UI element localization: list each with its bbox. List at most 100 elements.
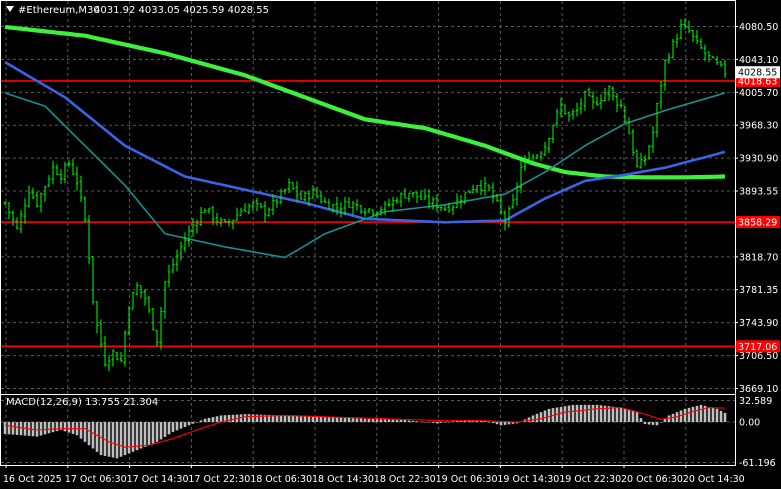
macd-bar [371,419,375,423]
macd-bar [543,410,547,423]
level-price-tag: 3858.29 [738,218,777,229]
x-tick-label: 18 Oct 22:30 [374,474,436,485]
macd-bar [323,416,327,423]
macd-bar [635,412,639,423]
macd-bar [711,407,715,423]
macd-bar [347,417,351,423]
y-tick-label: 3818.70 [739,252,778,263]
y-tick-label: 3968.30 [739,121,778,132]
x-tick-label: 17 Oct 22:30 [188,474,250,485]
macd-bar [163,422,167,437]
macd-bar [67,422,71,433]
macd-bar [331,417,335,423]
macd-bar [415,421,419,423]
macd-bar [699,404,703,423]
macd-bar [499,422,503,426]
macd-bar [39,422,43,436]
macd-bar [183,422,187,428]
macd-tick-label: 32.589 [739,396,772,407]
x-tick-label: 20 Oct 14:30 [683,474,745,485]
macd-bar [315,416,319,423]
macd-bar [591,404,595,423]
macd-bar [563,406,567,423]
macd-bar [367,418,371,423]
macd-bar [363,418,367,423]
macd-bar [319,416,323,423]
macd-bar [627,409,631,423]
macd-bar [55,422,59,432]
macd-bar [251,414,255,423]
macd-bar [71,422,75,434]
macd-bar [131,422,135,452]
x-tick-label: 18 Oct 06:30 [250,474,312,485]
macd-bar [243,414,247,423]
macd-bar [51,422,55,433]
macd-bar [655,422,659,426]
macd-bar [431,422,435,423]
macd-bar [691,406,695,423]
macd-bar [211,417,215,423]
macd-bar [231,414,235,423]
macd-bar [111,422,115,458]
header: #Ethereum,M30 4031.92 4033.05 4025.59 40… [6,5,269,16]
macd-bar [715,408,719,423]
macd-bar [683,408,687,423]
macd-bar [351,418,355,423]
macd-bar [199,420,203,423]
macd-bar [123,422,127,456]
macd-bar [399,419,403,423]
macd-bar [143,422,147,447]
macd-bar [687,407,691,423]
macd-bar [19,422,23,436]
macd-bar [395,419,399,423]
macd-bar [595,404,599,423]
macd-bar [407,420,411,423]
y-tick-label: 3781.35 [739,285,778,296]
ohlc-values: 4031.92 4033.05 4025.59 4028.55 [94,5,269,16]
macd-bar [311,416,315,423]
macd-bar [375,419,379,423]
macd-bar [491,422,495,424]
macd-bar [403,420,407,423]
macd-bar [659,422,663,423]
y-tick-label: 4080.50 [739,22,778,33]
macd-bar [507,422,511,425]
macd-bar [695,405,699,423]
y-tick-label: 3669.10 [739,384,778,395]
macd-bar [335,417,339,423]
macd-bar [15,422,19,435]
macd-bar [155,422,159,442]
level-price-tag: 3717.06 [738,342,777,353]
macd-bar [359,418,363,423]
macd-label: MACD(12,26,9) 13.755 21.304 [6,397,158,408]
macd-bar [287,415,291,423]
macd-bar [647,422,651,425]
x-tick-label: 19 Oct 06:30 [436,474,498,485]
macd-bar [283,415,287,423]
macd-bar [255,414,259,423]
macd-bar [171,422,175,432]
macd-bar [43,422,47,435]
macd-bar [583,404,587,423]
symbol-label: #Ethereum,M30 [18,5,100,16]
macd-bar [723,412,727,423]
macd-bar [127,422,131,454]
macd-bar [383,419,387,423]
y-tick-label: 3930.90 [739,154,778,165]
macd-bar [303,416,307,423]
x-tick-label: 16 Oct 2025 [3,474,62,485]
macd-bar [443,422,447,423]
macd-bar [435,422,439,424]
macd-bar [295,415,299,423]
macd-bar [307,416,311,423]
trading-chart[interactable]: #Ethereum,M30 4031.92 4033.05 4025.59 40… [0,0,781,489]
macd-bar [587,404,591,423]
macd-bar [423,422,427,423]
macd-bar [619,407,623,423]
macd-bar [159,422,163,440]
macd-bar [451,421,455,423]
macd-bar [291,415,295,423]
macd-bar [47,422,51,434]
macd-bar [7,422,11,435]
macd-tick-label: -61.196 [739,458,776,469]
